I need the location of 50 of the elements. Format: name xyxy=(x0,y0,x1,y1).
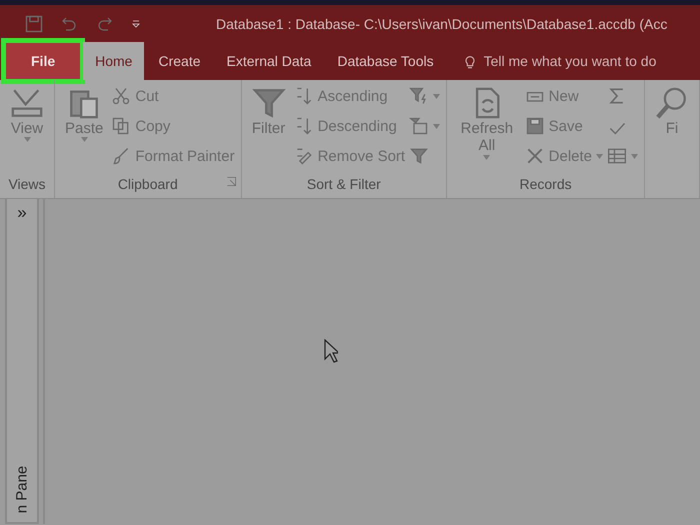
ribbon-button[interactable]: New xyxy=(524,84,603,108)
copy-icon xyxy=(111,116,132,136)
save-icon xyxy=(524,116,545,136)
funnel-icon xyxy=(409,146,430,166)
ribbon-button[interactable]: Descending xyxy=(294,114,406,138)
ribbon-button[interactable]: Ascending xyxy=(294,84,406,108)
funnel-form-icon xyxy=(409,116,430,136)
group-label: Sort & Filter xyxy=(306,176,381,192)
ribbon-button[interactable]: View xyxy=(6,84,48,176)
scissors-icon xyxy=(111,86,132,106)
file-tab[interactable]: File xyxy=(5,42,82,80)
button-label: Refresh All xyxy=(460,120,514,154)
ribbon-button[interactable]: Refresh All xyxy=(453,84,521,176)
button-label: View xyxy=(10,120,44,138)
magnifier-icon xyxy=(655,86,689,120)
table-icon xyxy=(607,146,627,166)
ribbon-button[interactable]: Paste xyxy=(61,84,108,176)
group-label: Views xyxy=(8,176,46,192)
group-label: Clipboard xyxy=(118,176,178,192)
button-label: Fi xyxy=(666,120,678,138)
ribbon-tab[interactable]: Database Tools xyxy=(325,42,446,80)
navigation-pane-label: n Pane xyxy=(14,466,30,514)
dialog-launcher-icon xyxy=(226,176,237,187)
window-title: Database1 : Database- C:\Users\ivan\Documents\Database1.accdb (Acc xyxy=(216,16,668,32)
ribbon-button[interactable]: Save xyxy=(524,114,603,138)
dropdown-caret-icon xyxy=(596,154,603,158)
ribbon-button[interactable]: Delete xyxy=(524,144,603,168)
tell-me-search-field[interactable]: Tell me what you want to do xyxy=(484,53,656,69)
dropdown-caret-icon xyxy=(433,124,440,128)
dropdown-caret-icon xyxy=(631,154,638,158)
dropdown-caret-icon xyxy=(433,94,440,98)
dropdown-caret-icon xyxy=(24,137,30,142)
ribbon-button[interactable]: Fi xyxy=(651,84,693,176)
funnel-icon xyxy=(252,86,286,120)
ribbon-tab[interactable]: External Data xyxy=(214,42,324,80)
ribbon-tab[interactable]: Create xyxy=(146,42,213,80)
ribbon-button[interactable]: Filter xyxy=(248,84,290,176)
save-icon xyxy=(24,14,44,34)
ribbon-button[interactable]: Cut xyxy=(111,84,235,108)
mouse-pointer-icon xyxy=(324,339,338,363)
dropdown-caret-icon xyxy=(80,137,88,142)
group-label: Records xyxy=(519,176,572,192)
button-label: Paste xyxy=(65,120,104,138)
ribbon-button[interactable]: Remove Sort xyxy=(294,144,406,168)
ribbon-button[interactable]: Format Painter xyxy=(111,144,235,168)
button-label: Filter xyxy=(252,120,286,138)
dropdown-caret-icon xyxy=(483,154,490,160)
ribbon-tab[interactable]: Home xyxy=(83,42,144,80)
expand-pane-button[interactable]: » xyxy=(17,199,27,227)
ribbon-button[interactable]: Copy xyxy=(111,114,235,138)
